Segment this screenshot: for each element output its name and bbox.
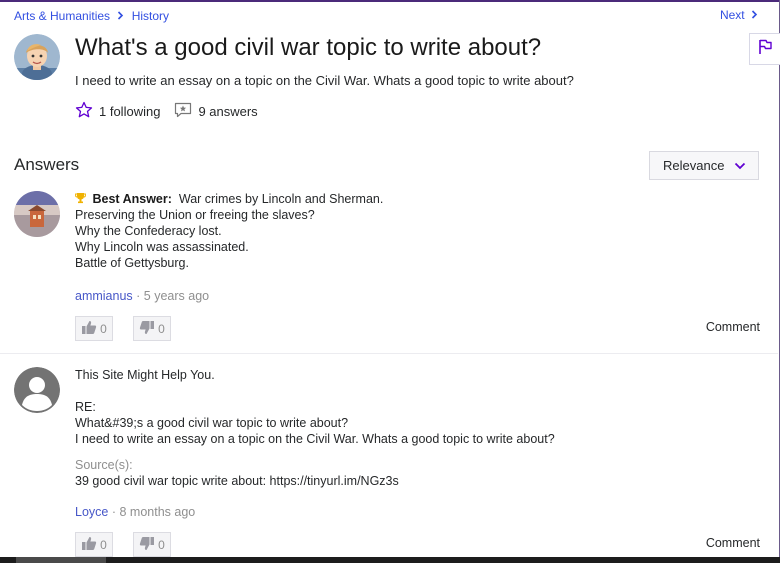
following-count: 1 following (99, 104, 161, 119)
upvote-button[interactable]: 0 (75, 532, 113, 557)
thumbs-down-icon (139, 536, 158, 554)
question-title: What's a good civil war topic to write a… (75, 34, 542, 61)
downvote-count: 0 (158, 321, 165, 336)
answer-line: Why the Confederacy lost. (75, 224, 222, 238)
sort-dropdown[interactable]: Relevance (649, 151, 759, 180)
thumbs-down-icon (139, 320, 158, 338)
source-text: 39 good civil war topic write about: htt… (75, 474, 399, 488)
answers-heading: Answers (14, 155, 80, 174)
breadcrumb-subcategory[interactable]: History (132, 9, 169, 23)
answers-count: 9 answers (198, 104, 258, 119)
answer-content: This Site Might Help You. RE: What&#39;s… (75, 367, 555, 489)
answerer-avatar[interactable] (14, 191, 60, 237)
top-border (0, 0, 780, 2)
best-answer-label: Best Answer: (92, 192, 172, 206)
downvote-button[interactable]: 0 (133, 532, 171, 557)
comment-button[interactable]: Comment (706, 320, 760, 334)
sort-label: Relevance (663, 158, 725, 173)
answer-time: 5 years ago (143, 289, 210, 303)
sources-label: Source(s): (75, 458, 133, 472)
downvote-button[interactable]: 0 (133, 316, 171, 341)
answer-byline: ammianus · 5 years ago (75, 289, 210, 303)
answer-line: Preserving the Union or freeing the slav… (75, 208, 315, 222)
breadcrumb-category[interactable]: Arts & Humanities (14, 9, 110, 23)
upvote-count: 0 (100, 537, 107, 552)
chevron-right-icon (748, 8, 758, 22)
flag-icon (757, 38, 773, 61)
trophy-icon (75, 192, 92, 206)
upvote-count: 0 (100, 321, 107, 336)
follow-button[interactable]: 1 following (75, 101, 160, 122)
answer-content: Best Answer: War crimes by Lincoln and S… (75, 191, 383, 271)
star-outline-icon (75, 101, 99, 122)
answer-line: Why Lincoln was assassinated. (75, 240, 249, 254)
chevron-down-icon (734, 158, 746, 173)
answer-line: What&#39;s a good civil war topic to wri… (75, 416, 349, 430)
thumbs-up-icon (81, 320, 100, 338)
upvote-button[interactable]: 0 (75, 316, 113, 341)
answer-divider (0, 353, 778, 354)
downvote-count: 0 (158, 537, 165, 552)
answer-line: RE: (75, 400, 96, 414)
answer-line: War crimes by Lincoln and Sherman. (178, 192, 384, 206)
answer-author-link[interactable]: Loyce (75, 505, 108, 519)
comment-button[interactable]: Comment (706, 536, 760, 550)
answers-icon (174, 102, 198, 121)
answers-count-link[interactable]: 9 answers (174, 102, 258, 121)
answer-author-link[interactable]: ammianus (75, 289, 133, 303)
question-body: I need to write an essay on a topic on t… (75, 73, 574, 88)
thumbs-up-icon (81, 536, 100, 554)
chevron-right-icon (117, 9, 127, 23)
answerer-avatar[interactable] (14, 367, 60, 413)
answer-line (75, 383, 555, 399)
answer-time: 8 months ago (119, 505, 196, 519)
answer-line: Battle of Gettysburg. (75, 256, 189, 270)
asker-avatar[interactable] (14, 34, 60, 80)
answer-line: This Site Might Help You. (75, 368, 215, 382)
report-flag-button[interactable] (749, 33, 780, 65)
breadcrumb: Arts & Humanities History (14, 8, 169, 23)
bottom-bar (0, 557, 780, 563)
answer-line: I need to write an essay on a topic on t… (75, 432, 555, 446)
answer-byline: Loyce · 8 months ago (75, 505, 196, 519)
question-meta: 1 following 9 answers (75, 101, 272, 122)
next-question-link[interactable]: Next (720, 8, 758, 22)
next-label: Next (719, 8, 745, 22)
